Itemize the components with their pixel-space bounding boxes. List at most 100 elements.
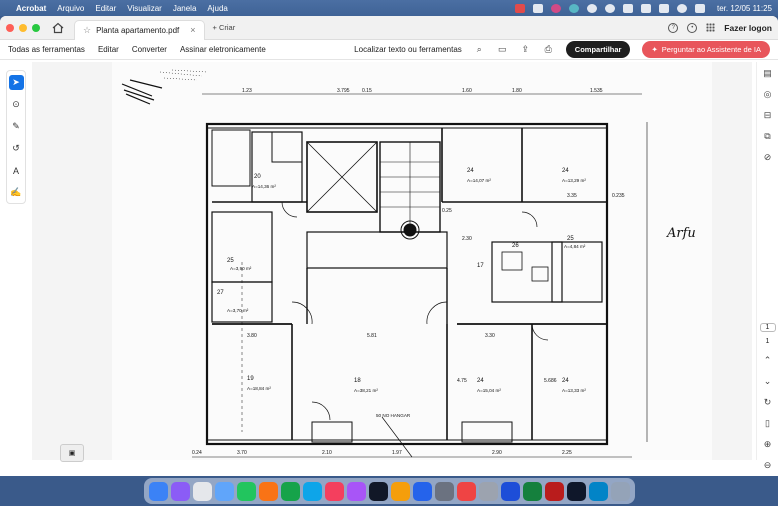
bookmark-icon[interactable]: ⊟ — [762, 110, 774, 121]
close-tab-icon[interactable]: × — [190, 25, 195, 35]
dim-label-8: 5.81 — [367, 333, 377, 339]
next-page-icon[interactable]: ⌄ — [762, 376, 774, 387]
sync-icon[interactable] — [568, 3, 579, 13]
word-icon[interactable] — [500, 481, 520, 501]
excel-icon[interactable] — [522, 481, 542, 501]
save-icon[interactable]: ▭ — [497, 44, 508, 55]
macos-dock — [143, 478, 635, 504]
user-icon[interactable] — [532, 3, 543, 13]
ai-assistant-button[interactable]: ✦ Perguntar ao Assistente de IA — [642, 41, 770, 58]
page-fit-icon[interactable]: ▯ — [762, 418, 774, 429]
notes-icon[interactable] — [390, 481, 410, 501]
control-center-icon[interactable] — [694, 3, 705, 13]
room-25a-area: A=3,90 m² — [230, 266, 252, 271]
dim-label-4: 1.60 — [462, 88, 472, 94]
current-page-field[interactable]: 1 — [759, 323, 776, 332]
attachment-link-icon[interactable]: ⊘ — [762, 152, 774, 163]
dim-label-2: 3.795 — [337, 88, 350, 94]
macos-menubar: Acrobat Arquivo Editar Visualizar Janela… — [0, 0, 778, 16]
hangar-note: 50 NO HANGAR — [376, 413, 411, 418]
launchpad-icon[interactable] — [170, 481, 190, 501]
rotate-icon[interactable]: ↻ — [762, 397, 774, 408]
dim-label-17: 0.24 — [192, 450, 202, 456]
status-area: ter. 12/05 11:25 — [514, 3, 772, 13]
comment-icon[interactable]: ⊙ — [9, 97, 24, 112]
bluetooth-icon[interactable] — [622, 3, 633, 13]
acrobat-dock-icon[interactable] — [544, 481, 564, 501]
notifications-bell-icon[interactable]: • — [687, 22, 698, 33]
document-viewport[interactable]: 1.23 3.795 0.15 1.60 1.80 1.535 3.80 5.8… — [32, 62, 752, 460]
facetime-icon[interactable] — [280, 481, 300, 501]
page-thumbnail-icon[interactable]: ▣ — [60, 444, 84, 462]
print-icon[interactable]: ⎙ — [543, 44, 554, 55]
main-toolbar: Todas as ferramentas Editar Converter As… — [0, 40, 778, 60]
draw-lasso-icon[interactable]: ↺ — [9, 141, 24, 156]
select-cursor-icon[interactable]: ➤ — [8, 75, 24, 90]
minimize-window-button[interactable] — [19, 23, 27, 32]
total-pages: 1 — [765, 338, 770, 345]
focus-moon-icon[interactable] — [604, 3, 615, 13]
esign-link[interactable]: Assinar eletronicamente — [180, 45, 266, 54]
menubar-clock[interactable]: ter. 12/05 11:25 — [717, 4, 772, 13]
trash-icon[interactable] — [610, 481, 630, 501]
find-text-label[interactable]: Localizar texto ou ferramentas — [354, 45, 462, 54]
app-store-icon[interactable] — [412, 481, 432, 501]
share-button[interactable]: Compartilhar — [565, 41, 631, 58]
help-icon[interactable]: ? — [668, 22, 679, 33]
menu-app-name[interactable]: Acrobat — [16, 4, 46, 13]
settings-icon[interactable] — [434, 481, 454, 501]
menu-ajuda[interactable]: Ajuda — [207, 4, 227, 13]
highlight-pen-icon[interactable]: ✎ — [9, 119, 24, 134]
fill-sign-icon[interactable]: ✍ — [9, 185, 24, 200]
previous-page-icon[interactable]: ⌃ — [762, 355, 774, 366]
ai-summary-icon[interactable]: ▤ — [762, 68, 774, 79]
menu-visualizar[interactable]: Visualizar — [127, 4, 162, 13]
help-app-icon[interactable] — [478, 481, 498, 501]
messages-icon[interactable] — [236, 481, 256, 501]
preview-icon[interactable] — [588, 481, 608, 501]
finder-icon[interactable] — [148, 481, 168, 501]
right-rail: ▤ ◎ ⊟ ⧉ ⊘ 1 1 ⌃ ⌄ ↻ ▯ ⊕ ⊖ — [756, 62, 778, 470]
zoom-out-icon[interactable]: ⊖ — [762, 460, 774, 471]
app-status-icon[interactable] — [550, 3, 561, 13]
room-26-number: 26 — [512, 243, 519, 249]
time-machine-icon[interactable] — [586, 3, 597, 13]
dim-label-6: 1.535 — [590, 88, 603, 94]
music-icon[interactable] — [324, 481, 344, 501]
wifi-icon[interactable] — [658, 3, 669, 13]
creative-cloud-icon[interactable] — [514, 3, 525, 13]
close-window-button[interactable] — [6, 23, 14, 32]
home-icon[interactable] — [52, 22, 64, 34]
menu-janela[interactable]: Janela — [173, 4, 197, 13]
mail-icon[interactable] — [302, 481, 322, 501]
podcasts-icon[interactable] — [346, 481, 366, 501]
battery-icon[interactable] — [640, 3, 651, 13]
photos-icon[interactable] — [258, 481, 278, 501]
apps-grid-icon[interactable] — [706, 23, 716, 32]
text-box-icon[interactable]: A — [9, 163, 24, 178]
room-24c-area: A=15,04 m² — [477, 388, 501, 393]
comments-panel-icon[interactable]: ◎ — [762, 89, 774, 100]
dim-label-9: 3.30 — [485, 333, 495, 339]
search-icon[interactable]: ⌕ — [474, 44, 485, 55]
convert-link[interactable]: Converter — [132, 45, 167, 54]
all-tools-link[interactable]: Todas as ferramentas — [8, 45, 85, 54]
star-icon[interactable]: ☆ — [83, 25, 91, 36]
menu-arquivo[interactable]: Arquivo — [57, 4, 84, 13]
new-tab-button[interactable]: + Criar — [213, 23, 236, 32]
upload-cloud-icon[interactable]: ⇪ — [520, 44, 531, 55]
menu-editar[interactable]: Editar — [95, 4, 116, 13]
calendar-icon[interactable] — [192, 481, 212, 501]
dim-label-20: 4.75 — [457, 378, 467, 384]
zoom-window-button[interactable] — [32, 23, 40, 32]
login-button[interactable]: Fazer logon — [724, 23, 772, 33]
safari-icon[interactable] — [214, 481, 234, 501]
edit-link[interactable]: Editar — [98, 45, 119, 54]
terminal-icon[interactable] — [566, 481, 586, 501]
tv-icon[interactable] — [368, 481, 388, 501]
chrome-icon[interactable] — [456, 481, 476, 501]
spotlight-search-icon[interactable] — [676, 3, 687, 13]
tab-document[interactable]: ☆ Planta apartamento.pdf × — [74, 19, 205, 40]
zoom-in-icon[interactable]: ⊕ — [762, 439, 774, 450]
pages-panel-icon[interactable]: ⧉ — [762, 131, 774, 142]
